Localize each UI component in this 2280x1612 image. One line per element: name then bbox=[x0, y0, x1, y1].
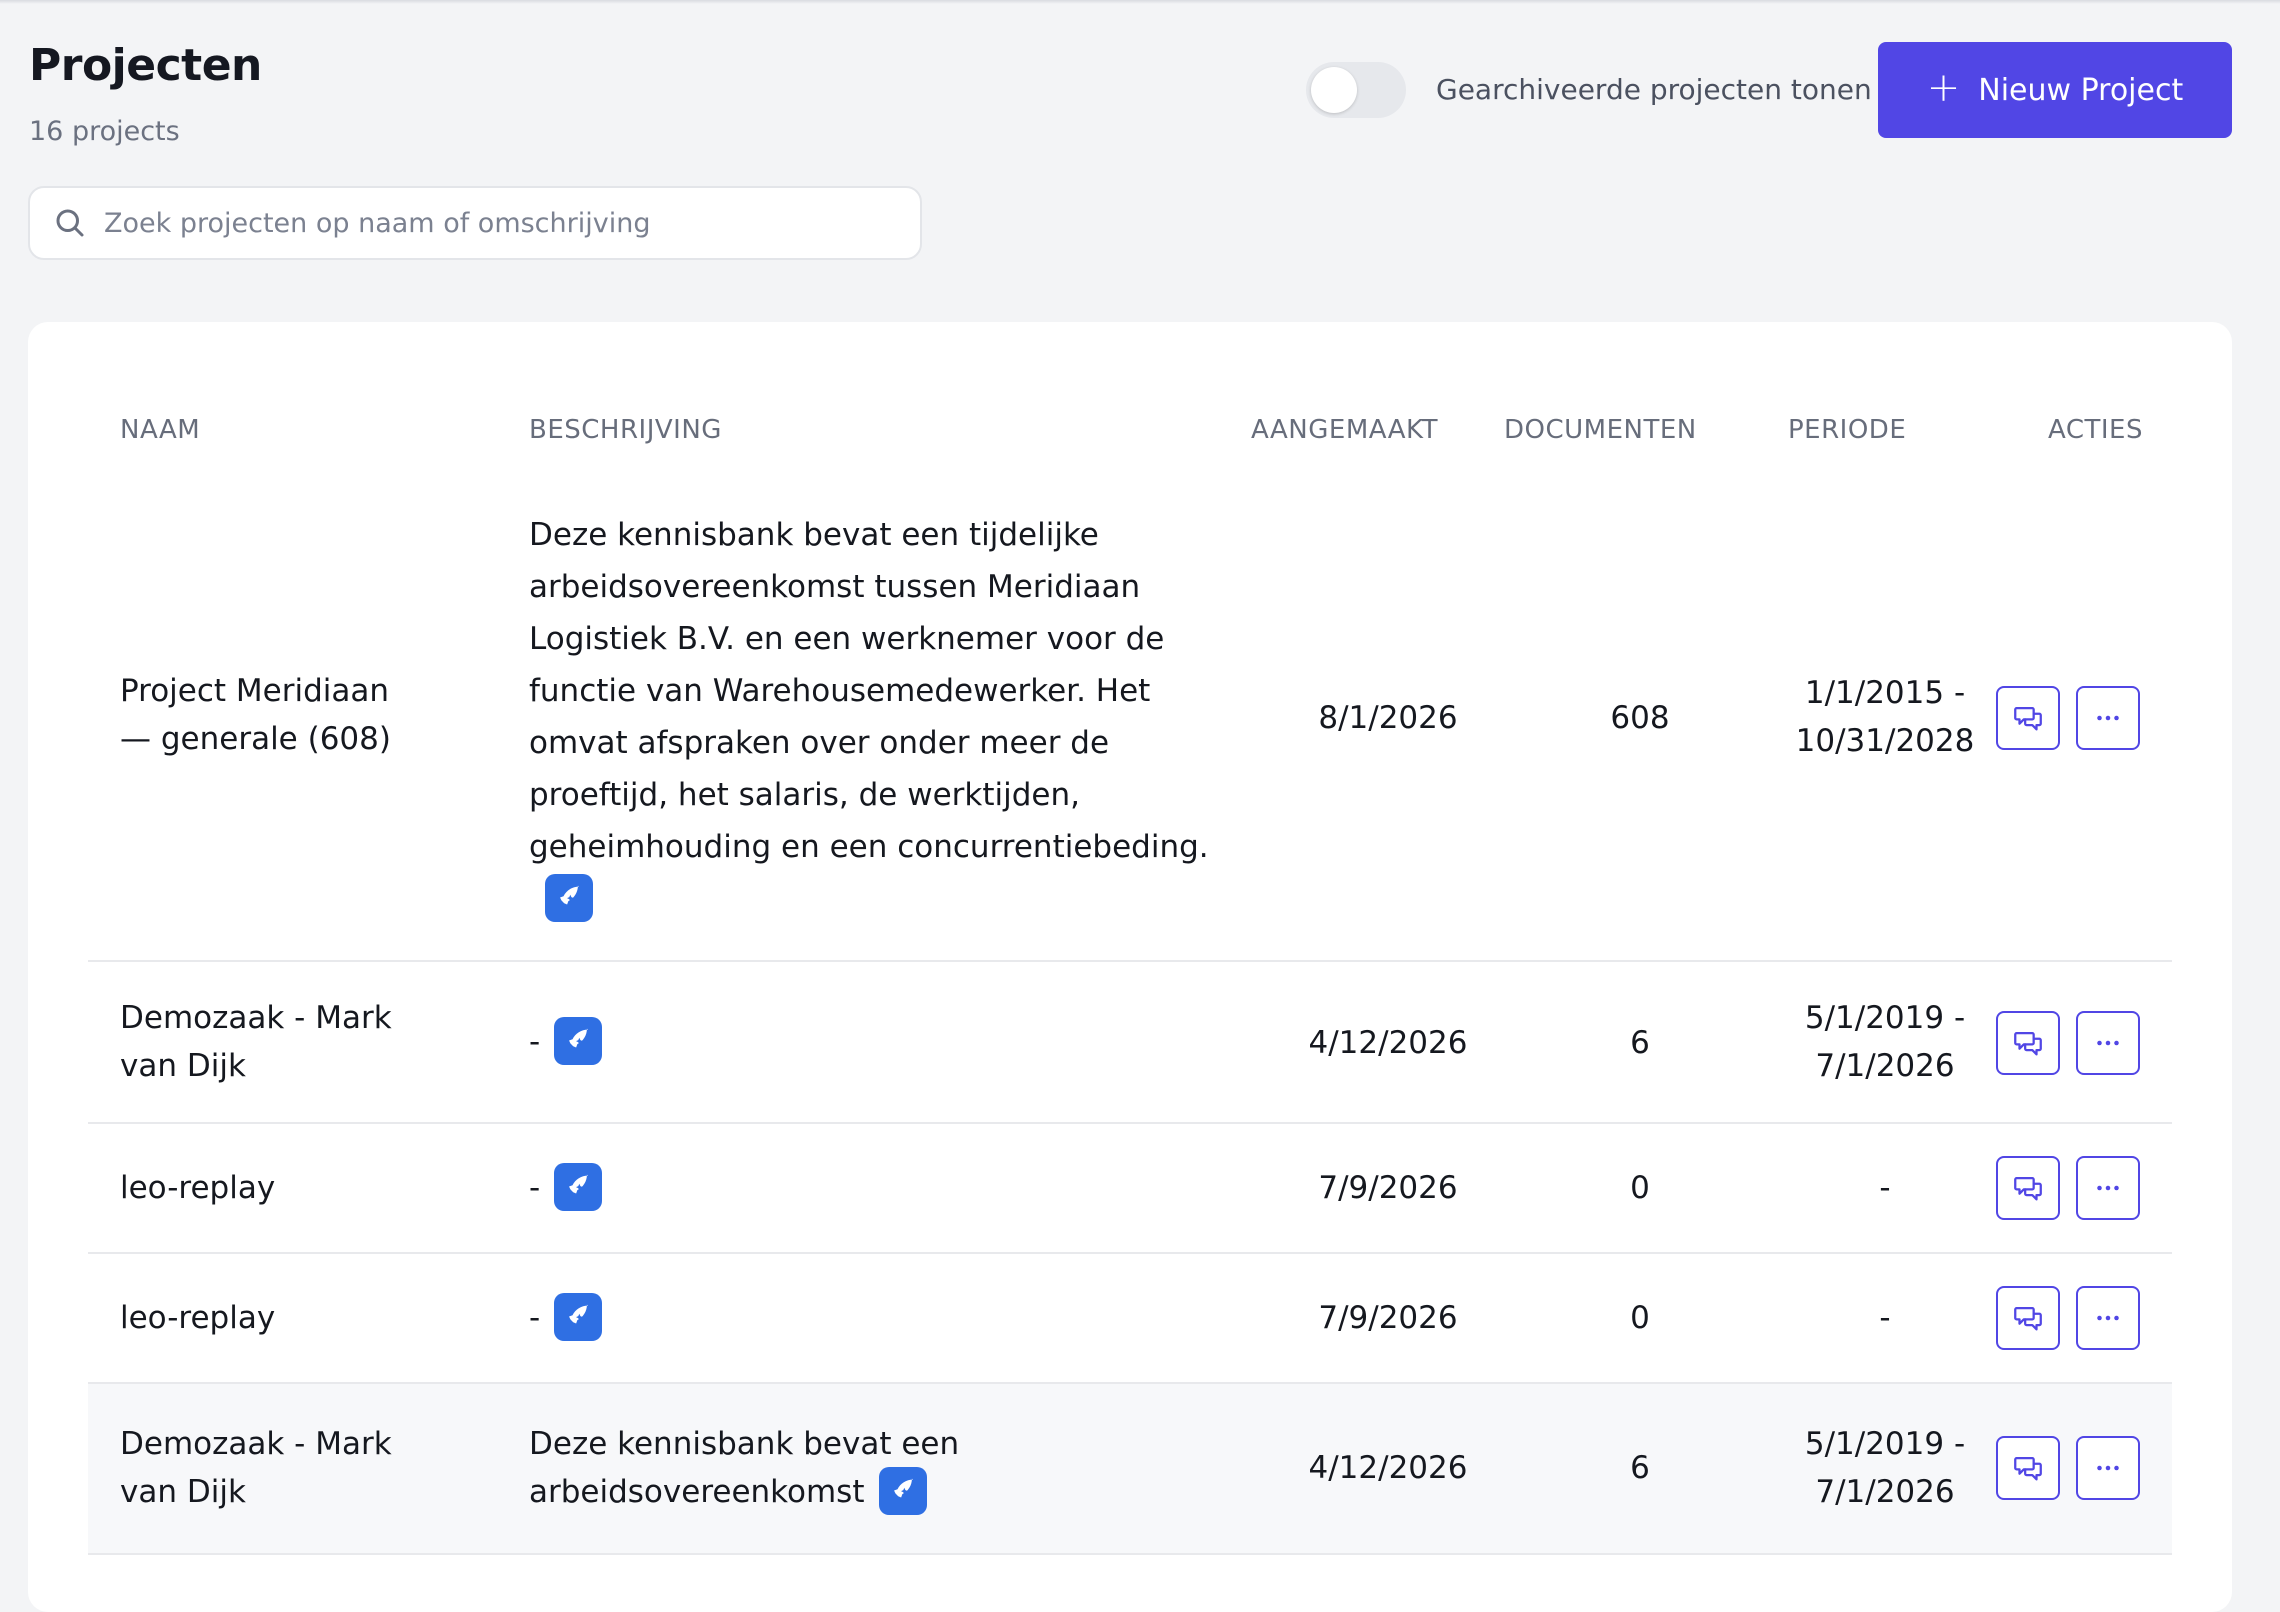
created-date: 8/1/2026 bbox=[1318, 700, 1458, 736]
column-header-name[interactable]: NAAM bbox=[120, 415, 200, 445]
new-project-button[interactable]: + Nieuw Project bbox=[1878, 42, 2232, 138]
project-description: - bbox=[529, 1016, 1209, 1068]
archived-toggle-label: Gearchiveerde projecten tonen bbox=[1436, 73, 1872, 106]
column-header-period: PERIODE bbox=[1788, 415, 1907, 445]
chat-action-button[interactable] bbox=[1996, 1286, 2060, 1350]
ai-sparkle-icon[interactable] bbox=[545, 873, 593, 922]
more-actions-button[interactable] bbox=[2076, 1011, 2140, 1075]
top-bar-shadow bbox=[0, 0, 2280, 4]
search-icon bbox=[56, 209, 84, 237]
table-row[interactable]: leo-replay - 7/9/2026 0 - bbox=[88, 1254, 2172, 1384]
project-name[interactable]: Demozaak - Mark van Dijk bbox=[120, 1420, 450, 1516]
document-count: 6 bbox=[1630, 1025, 1650, 1061]
search-box[interactable] bbox=[28, 186, 922, 260]
project-description: - bbox=[529, 1292, 1209, 1344]
more-dots-icon bbox=[2097, 1040, 2119, 1046]
chat-icon bbox=[2014, 1031, 2042, 1056]
table-row[interactable]: Demozaak - Mark van Dijk Deze kennisbank… bbox=[88, 1384, 2172, 1555]
page-title: Projecten bbox=[29, 40, 262, 91]
project-count: 16 projects bbox=[29, 116, 180, 147]
project-period: 1/1/2015 - 10/31/2028 bbox=[1795, 675, 1975, 759]
more-dots-icon bbox=[2097, 715, 2119, 721]
chat-action-button[interactable] bbox=[1996, 1011, 2060, 1075]
ai-sparkle-icon[interactable] bbox=[554, 1292, 603, 1341]
project-period: 5/1/2019 - 7/1/2026 bbox=[1804, 1426, 1966, 1510]
project-name[interactable]: leo-replay bbox=[120, 1164, 450, 1212]
more-actions-button[interactable] bbox=[2076, 686, 2140, 750]
document-count: 0 bbox=[1630, 1300, 1650, 1336]
search-input[interactable] bbox=[102, 192, 920, 254]
created-date: 7/9/2026 bbox=[1318, 1300, 1458, 1336]
chat-icon bbox=[2014, 1456, 2042, 1481]
table-row[interactable]: Project Meridiaan — generale (608) Deze … bbox=[88, 497, 2172, 962]
project-name[interactable]: Project Meridiaan — generale (608) bbox=[120, 667, 450, 763]
document-count: 0 bbox=[1630, 1170, 1650, 1206]
ai-sparkle-icon[interactable] bbox=[554, 1162, 603, 1211]
more-actions-button[interactable] bbox=[2076, 1436, 2140, 1500]
more-dots-icon bbox=[2097, 1465, 2119, 1471]
document-count: 6 bbox=[1630, 1450, 1650, 1486]
project-description: Deze kennisbank bevat een arbeidsovereen… bbox=[529, 1420, 1209, 1518]
column-header-created[interactable]: AANGEMAAKT bbox=[1251, 415, 1438, 445]
project-period: - bbox=[1879, 1300, 1891, 1336]
chat-icon bbox=[2014, 706, 2042, 731]
column-header-documents[interactable]: DOCUMENTEN bbox=[1504, 415, 1697, 445]
chat-action-button[interactable] bbox=[1996, 1156, 2060, 1220]
table-row[interactable]: Demozaak - Mark van Dijk - 4/12/2026 6 5… bbox=[88, 962, 2172, 1124]
table-row[interactable]: leo-replay - 7/9/2026 0 - bbox=[88, 1124, 2172, 1254]
project-name[interactable]: Demozaak - Mark van Dijk bbox=[120, 994, 450, 1090]
more-dots-icon bbox=[2097, 1185, 2119, 1191]
toggle-knob bbox=[1311, 67, 1357, 113]
chat-action-button[interactable] bbox=[1996, 1436, 2060, 1500]
ai-sparkle-icon[interactable] bbox=[878, 1466, 927, 1515]
chat-action-button[interactable] bbox=[1996, 686, 2060, 750]
more-actions-button[interactable] bbox=[2076, 1286, 2140, 1350]
created-date: 4/12/2026 bbox=[1308, 1025, 1468, 1061]
project-name[interactable]: leo-replay bbox=[120, 1294, 450, 1342]
created-date: 4/12/2026 bbox=[1308, 1450, 1468, 1486]
project-period: - bbox=[1879, 1170, 1891, 1206]
project-description: - bbox=[529, 1162, 1209, 1214]
more-dots-icon bbox=[2097, 1315, 2119, 1321]
archived-toggle[interactable] bbox=[1306, 62, 1406, 118]
chat-icon bbox=[2014, 1306, 2042, 1331]
project-description: Deze kennisbank bevat een tijdelijke arb… bbox=[529, 509, 1209, 925]
document-count: 608 bbox=[1610, 700, 1670, 736]
chat-icon bbox=[2014, 1176, 2042, 1201]
ai-sparkle-icon[interactable] bbox=[554, 1016, 603, 1065]
column-header-description[interactable]: BESCHRIJVING bbox=[529, 415, 722, 445]
new-project-label: Nieuw Project bbox=[1978, 72, 2184, 108]
plus-icon: + bbox=[1926, 65, 1961, 111]
more-actions-button[interactable] bbox=[2076, 1156, 2140, 1220]
column-header-actions: ACTIES bbox=[2048, 415, 2143, 445]
project-period: 5/1/2019 - 7/1/2026 bbox=[1804, 1000, 1966, 1084]
created-date: 7/9/2026 bbox=[1318, 1170, 1458, 1206]
